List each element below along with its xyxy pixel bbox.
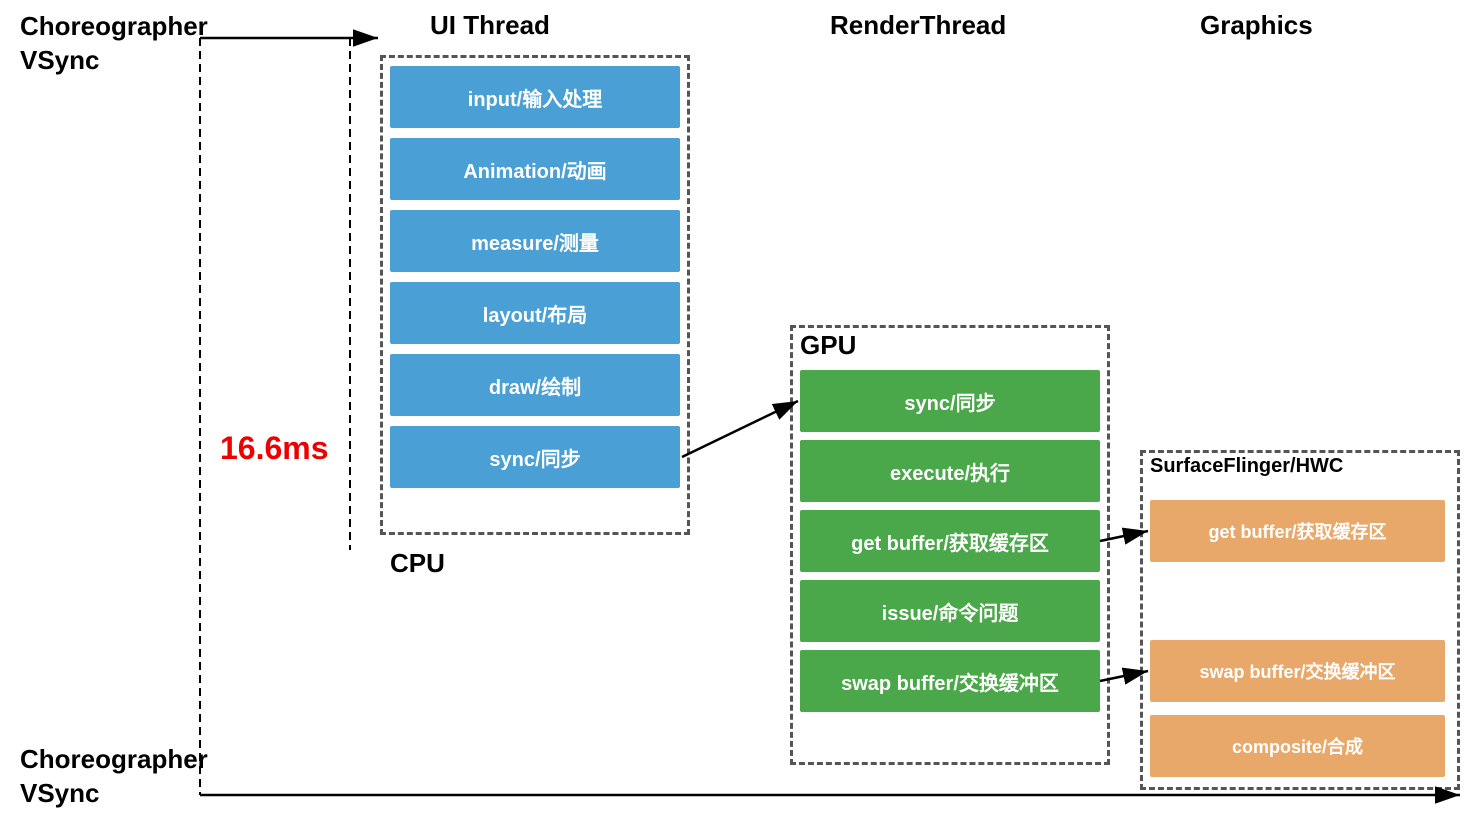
ui-thread-header: UI Thread	[430, 10, 550, 41]
gpu-block-issue: issue/命令问题	[800, 580, 1100, 642]
gpu-block-swapbuffer: swap buffer/交换缓冲区	[800, 650, 1100, 712]
cpu-block-measure: measure/测量	[390, 210, 680, 272]
cpu-block-input: input/输入处理	[390, 66, 680, 128]
gpu-block-getbuffer: get buffer/获取缓存区	[800, 510, 1100, 572]
cpu-block-layout: layout/布局	[390, 282, 680, 344]
timing-label: 16.6ms	[220, 430, 329, 467]
cpu-block-draw: draw/绘制	[390, 354, 680, 416]
vsync-bottom-label: Choreographer VSync	[20, 743, 208, 811]
sf-block-swapbuffer: swap buffer/交换缓冲区	[1150, 640, 1445, 702]
sf-block-composite: composite/合成	[1150, 715, 1445, 777]
gpu-block-sync: sync/同步	[800, 370, 1100, 432]
cpu-block-sync: sync/同步	[390, 426, 680, 488]
render-thread-header: RenderThread	[830, 10, 1006, 41]
graphics-header: Graphics	[1200, 10, 1313, 41]
sf-label: SurfaceFlinger/HWC	[1150, 455, 1343, 478]
vsync-top-label: Choreographer VSync	[20, 10, 208, 78]
cpu-label: CPU	[390, 548, 445, 579]
diagram: Choreographer VSync Choreographer VSync …	[0, 0, 1480, 831]
gpu-label: GPU	[800, 330, 856, 361]
gpu-block-execute: execute/执行	[800, 440, 1100, 502]
cpu-block-animation: Animation/动画	[390, 138, 680, 200]
sf-block-getbuffer: get buffer/获取缓存区	[1150, 500, 1445, 562]
